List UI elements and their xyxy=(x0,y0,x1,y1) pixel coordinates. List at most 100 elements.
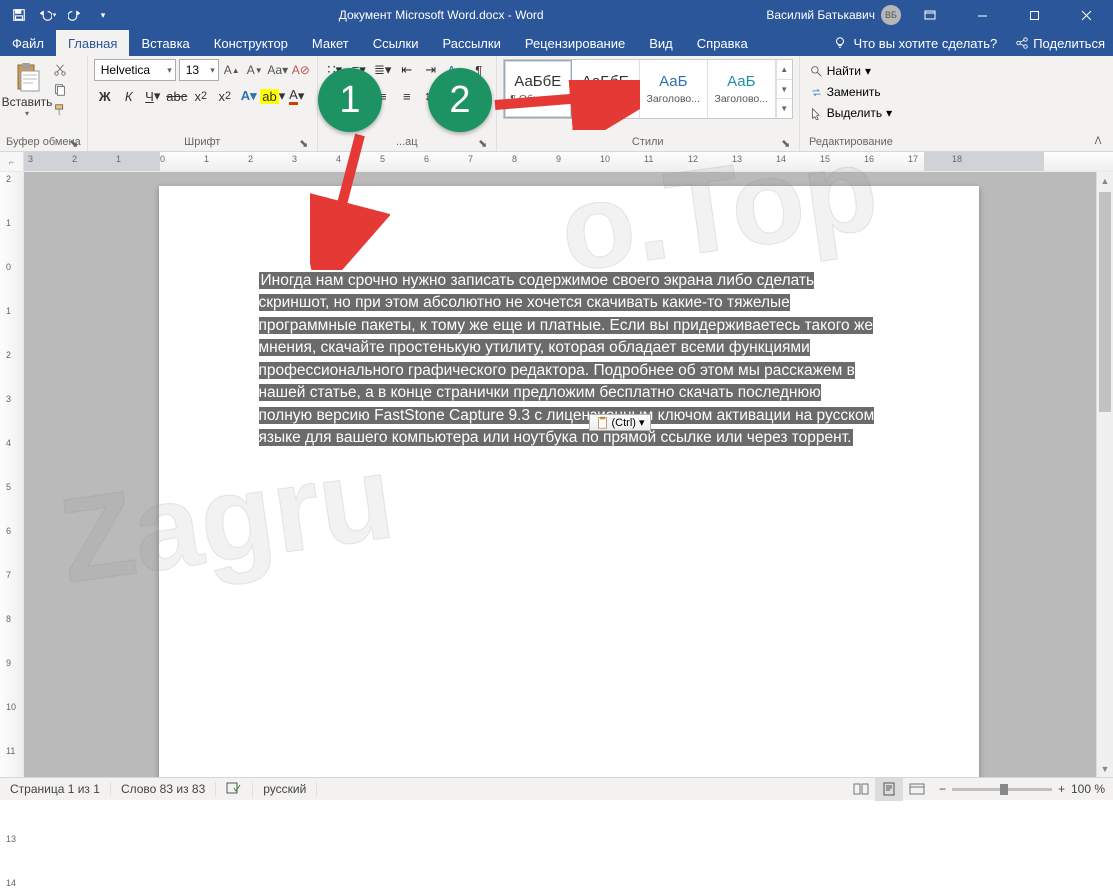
zoom-in-icon[interactable]: + xyxy=(1058,782,1065,796)
decrease-indent-icon[interactable]: ⇤ xyxy=(396,59,418,81)
strikethrough-button[interactable]: abc xyxy=(166,85,188,107)
tab-layout[interactable]: Макет xyxy=(300,30,361,56)
clipboard-launcher-icon[interactable]: ⬊ xyxy=(67,136,81,150)
page[interactable]: Иногда нам срочно нужно записать содержи… xyxy=(159,186,979,777)
ribbon-display-icon[interactable] xyxy=(907,0,953,30)
scroll-thumb[interactable] xyxy=(1099,192,1111,412)
zoom-value[interactable]: 100 % xyxy=(1071,782,1105,796)
tab-file[interactable]: Файл xyxy=(0,30,56,56)
quick-access-toolbar: ▾ ▾ xyxy=(0,2,116,28)
lightbulb-icon xyxy=(833,36,847,50)
zoom-out-icon[interactable]: − xyxy=(939,782,946,796)
font-color-icon[interactable]: A▾ xyxy=(286,85,308,107)
grow-font-icon[interactable]: A▲ xyxy=(222,59,242,81)
tab-insert[interactable]: Вставка xyxy=(129,30,201,56)
clipboard-icon xyxy=(11,61,43,93)
document-area[interactable]: Иногда нам срочно нужно записать содержи… xyxy=(24,172,1113,777)
minimize-button[interactable] xyxy=(959,0,1005,30)
replace-button[interactable]: Заменить xyxy=(806,82,896,102)
vertical-scrollbar[interactable]: ▲ ▼ xyxy=(1096,172,1113,777)
workspace: 2101234567891011121314 Иногда нам срочно… xyxy=(0,172,1113,777)
view-print-icon[interactable] xyxy=(875,778,903,801)
find-button[interactable]: Найти▾ xyxy=(806,61,896,81)
highlight-color-icon[interactable]: ab▾ xyxy=(262,85,284,107)
gallery-up-icon[interactable]: ▲ xyxy=(777,60,792,80)
cut-icon[interactable] xyxy=(50,61,70,79)
paste-button[interactable]: Вставить ▾ xyxy=(6,59,48,118)
title-bar: ▾ ▾ Документ Microsoft Word.docx - Word … xyxy=(0,0,1113,30)
vertical-ruler[interactable]: 2101234567891011121314 xyxy=(0,172,24,777)
close-button[interactable] xyxy=(1063,0,1109,30)
group-font: Helvetica 13 A▲ A▼ Aa▾ A⊘ Ж К Ч▾ abc x2 … xyxy=(88,56,318,151)
change-case-icon[interactable]: Aa▾ xyxy=(268,59,288,81)
paste-options-icon xyxy=(596,416,609,429)
maximize-button[interactable] xyxy=(1011,0,1057,30)
group-label-styles: Стили xyxy=(632,136,664,148)
replace-icon xyxy=(810,86,823,99)
collapse-ribbon-icon[interactable]: ᐱ xyxy=(1089,133,1107,149)
callout-1: 1 xyxy=(318,68,382,132)
selected-text[interactable]: Иногда нам срочно нужно записать содержи… xyxy=(259,272,875,446)
scroll-up-icon[interactable]: ▲ xyxy=(1097,172,1113,189)
zoom-thumb[interactable] xyxy=(1000,784,1008,795)
tab-references[interactable]: Ссылки xyxy=(361,30,431,56)
superscript-button[interactable]: x2 xyxy=(214,85,236,107)
status-word-count[interactable]: Слово 83 из 83 xyxy=(111,782,216,796)
user-name[interactable]: Василий Батькавич xyxy=(766,8,875,22)
select-button[interactable]: Выделить▾ xyxy=(806,103,896,123)
status-spellcheck-icon[interactable] xyxy=(216,781,253,798)
font-name-combo[interactable]: Helvetica xyxy=(94,59,176,81)
status-page[interactable]: Страница 1 из 1 xyxy=(0,782,111,796)
status-language[interactable]: русский xyxy=(253,782,317,796)
tab-home[interactable]: Главная xyxy=(56,30,129,56)
share-label: Поделиться xyxy=(1033,36,1105,51)
tab-view[interactable]: Вид xyxy=(637,30,685,56)
paste-label: Вставить xyxy=(2,95,53,109)
gallery-more-icon[interactable]: ▼ xyxy=(777,99,792,118)
scroll-down-icon[interactable]: ▼ xyxy=(1097,760,1113,777)
style-heading2[interactable]: АаБ Заголово... xyxy=(708,60,776,118)
justify-icon[interactable]: ≡ xyxy=(396,85,418,107)
italic-button[interactable]: К xyxy=(118,85,140,107)
view-web-icon[interactable] xyxy=(903,778,931,801)
ruler-corner[interactable]: ⌐ xyxy=(0,152,24,171)
format-painter-icon[interactable] xyxy=(50,101,70,119)
zoom-slider[interactable] xyxy=(952,788,1052,791)
text-effects-icon[interactable]: A▾ xyxy=(238,85,260,107)
user-avatar[interactable]: ВБ xyxy=(881,5,901,25)
horizontal-ruler-row: ⌐ 3210123456789101112131415161718 xyxy=(0,152,1113,172)
tab-help[interactable]: Справка xyxy=(685,30,760,56)
multilevel-list-icon[interactable]: ≣▾ xyxy=(372,59,394,81)
styles-launcher-icon[interactable]: ⬊ xyxy=(779,136,793,150)
tell-me-search[interactable]: Что вы хотите сделать? xyxy=(823,30,1007,56)
tab-mailings[interactable]: Рассылки xyxy=(430,30,512,56)
tab-design[interactable]: Конструктор xyxy=(202,30,300,56)
paste-options-badge[interactable]: (Ctrl)▾ xyxy=(589,414,652,431)
font-size-combo[interactable]: 13 xyxy=(179,59,219,81)
shrink-font-icon[interactable]: A▼ xyxy=(245,59,265,81)
group-label-editing: Редактирование xyxy=(809,136,893,148)
style-heading1[interactable]: АаБ Заголово... xyxy=(640,60,708,118)
bold-button[interactable]: Ж xyxy=(94,85,116,107)
underline-button[interactable]: Ч▾ xyxy=(142,85,164,107)
callout-2: 2 xyxy=(428,68,492,132)
copy-icon[interactable] xyxy=(50,81,70,99)
horizontal-ruler[interactable]: 3210123456789101112131415161718 xyxy=(24,152,1113,171)
clear-formatting-icon[interactable]: A⊘ xyxy=(291,59,311,81)
save-icon[interactable] xyxy=(6,2,32,28)
view-read-icon[interactable] xyxy=(847,778,875,801)
gallery-down-icon[interactable]: ▼ xyxy=(777,80,792,100)
group-label-paragraph: ...ац xyxy=(396,136,418,148)
arrow-1 xyxy=(310,130,390,270)
share-button[interactable]: Поделиться xyxy=(1007,30,1113,56)
qat-customize-icon[interactable]: ▾ xyxy=(90,2,116,28)
undo-icon[interactable]: ▾ xyxy=(34,2,60,28)
title-right: Василий Батькавич ВБ xyxy=(766,0,1113,30)
font-launcher-icon[interactable]: ⬊ xyxy=(297,136,311,150)
arrow-2 xyxy=(490,80,640,130)
subscript-button[interactable]: x2 xyxy=(190,85,212,107)
tab-review[interactable]: Рецензирование xyxy=(513,30,637,56)
ribbon-tabs: Файл Главная Вставка Конструктор Макет С… xyxy=(0,30,1113,56)
para-launcher-icon[interactable]: ⬊ xyxy=(476,136,490,150)
redo-icon[interactable] xyxy=(62,2,88,28)
